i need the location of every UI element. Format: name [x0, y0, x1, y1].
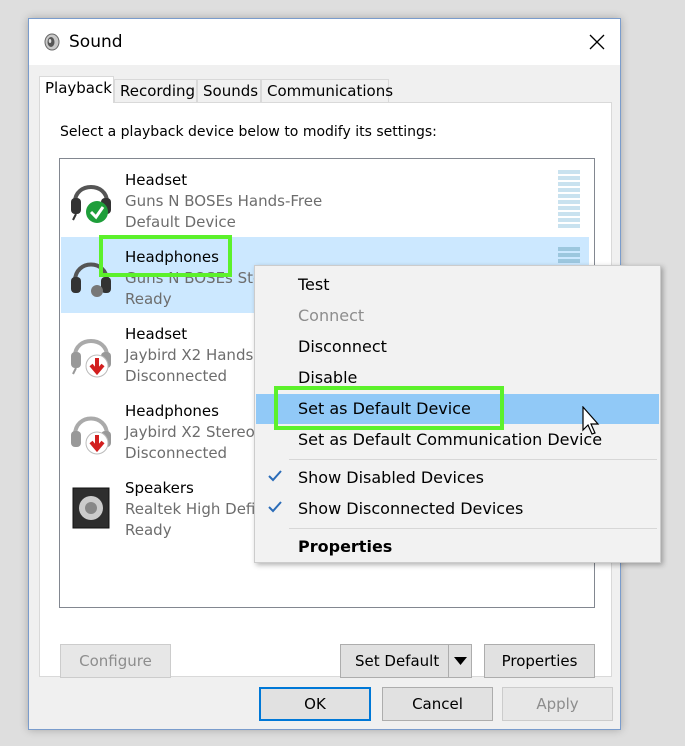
chevron-down-icon[interactable] [454, 657, 467, 666]
close-button[interactable] [574, 19, 620, 65]
ok-button[interactable]: OK [259, 687, 371, 721]
window-title: Sound [69, 32, 123, 52]
set-default-label: Set Default [355, 652, 440, 670]
headset-icon [71, 339, 111, 378]
device-name: Speakers [125, 479, 194, 497]
menu-item-disconnect[interactable]: Disconnect [256, 332, 659, 362]
menu-item-properties[interactable]: Properties [256, 532, 659, 562]
device-status: Ready [125, 290, 172, 308]
speaker-icon [72, 487, 110, 529]
mouse-cursor-icon [582, 406, 600, 435]
green-check-icon [86, 201, 108, 223]
headphones-icon [71, 416, 111, 455]
properties-button[interactable]: Properties [484, 644, 595, 678]
device-description: Jaybird X2 Stereo [125, 423, 255, 441]
checkmark-icon [268, 501, 282, 513]
apply-button[interactable]: Apply [502, 687, 613, 721]
menu-item-show-disabled-devices[interactable]: Show Disabled Devices [256, 463, 659, 493]
set-default-button[interactable]: Set Default [340, 644, 472, 678]
device-description: Jaybird X2 Hands-F [125, 346, 268, 364]
configure-button[interactable]: Configure [60, 644, 171, 678]
title-bar: Sound [29, 19, 620, 65]
tab-communications[interactable]: Communications [261, 79, 393, 102]
device-status: Disconnected [125, 367, 228, 385]
tab-playback[interactable]: Playback [39, 76, 114, 103]
menu-item-test[interactable]: Test [256, 270, 659, 300]
headset-icon [71, 185, 111, 223]
split-divider [448, 645, 449, 677]
device-description: Realtek High Defin [125, 500, 265, 518]
menu-item-connect: Connect [298, 306, 365, 325]
device-status: Ready [125, 521, 172, 539]
speaker-icon [44, 33, 60, 51]
device-status: Disconnected [125, 444, 228, 462]
device-description: Guns N BOSEs Hands-Free [125, 192, 323, 210]
menu-item-show-disconnected-devices[interactable]: Show Disconnected Devices [256, 494, 659, 524]
checkmark-icon [268, 470, 282, 482]
device-name: Headset [125, 171, 188, 189]
annotation-highlight-set-default [274, 386, 504, 430]
menu-separator [289, 528, 657, 529]
menu-separator [289, 459, 657, 460]
annotation-highlight-headphones [99, 235, 232, 277]
device-name: Headphones [125, 402, 219, 420]
instructions-text: Select a playback device below to modify… [60, 124, 437, 140]
close-icon [589, 34, 605, 50]
device-name: Headset [125, 325, 188, 343]
level-meter [558, 170, 580, 230]
device-status: Default Device [125, 213, 236, 231]
tab-sounds[interactable]: Sounds [197, 79, 261, 102]
device-item-headset-default[interactable]: Headset Guns N BOSEs Hands-Free Default … [61, 160, 589, 236]
tab-recording[interactable]: Recording [114, 79, 197, 102]
cancel-button[interactable]: Cancel [382, 687, 493, 721]
